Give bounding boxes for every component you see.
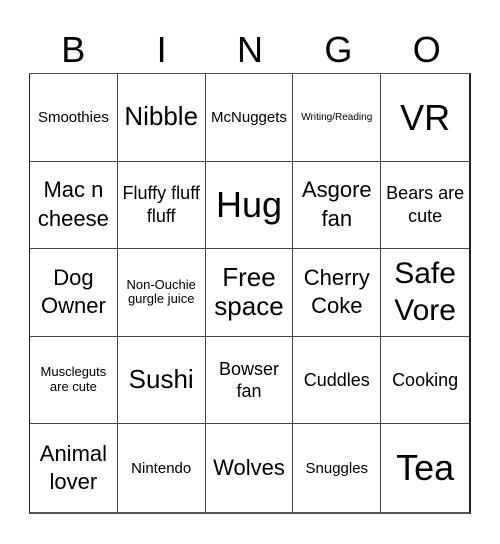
bingo-cell[interactable]: Tea — [381, 424, 469, 512]
cell-text: Bowser fan — [218, 358, 279, 402]
bingo-cell[interactable]: Dog Owner — [30, 249, 118, 337]
header-letter-o: O — [412, 29, 441, 70]
cell-text: Fluffy fluff fluff — [122, 183, 200, 226]
bingo-cell[interactable]: Non-Ouchie gurgle juice — [117, 249, 206, 337]
cell-text: VR — [400, 96, 451, 138]
bingo-cell[interactable]: Asgore fan — [293, 161, 382, 250]
cell-text: Hug — [215, 184, 283, 226]
bingo-cell[interactable]: Nibble — [117, 74, 206, 162]
bingo-cell-free-space[interactable]: Free space — [205, 249, 294, 337]
bingo-cell[interactable]: Bowser fan — [205, 336, 294, 425]
cell-text: Animal lover — [39, 440, 108, 495]
cell-text: McNuggets — [211, 108, 287, 126]
bingo-grid: Smoothies Nibble McNuggets Writing/Readi… — [29, 73, 471, 514]
cell-text: Mac n cheese — [37, 177, 109, 231]
cell-text: Bears are cute — [386, 183, 465, 226]
cell-text: Snuggles — [305, 459, 369, 477]
bingo-header: B I N G O — [29, 28, 471, 72]
bingo-cell[interactable]: Animal lover — [30, 424, 118, 512]
header-letter-i: I — [156, 29, 167, 70]
cell-text: Cooking — [392, 369, 459, 390]
cell-text: Smoothies — [37, 108, 109, 126]
cell-text: Muscleguts are cute — [40, 364, 107, 395]
cell-text: Cuddles — [303, 369, 370, 390]
bingo-cell[interactable]: Nintendo — [118, 424, 206, 512]
bingo-cell[interactable]: Wolves — [206, 424, 294, 512]
bingo-cell[interactable]: Writing/Reading — [293, 74, 382, 162]
header-letter-b: B — [61, 29, 86, 70]
bingo-cell[interactable]: Hug — [205, 161, 294, 250]
bingo-cell[interactable]: Safe Vore — [381, 249, 469, 337]
cell-text: Nintendo — [131, 459, 192, 477]
cell-text: Wolves — [213, 454, 285, 480]
bingo-cell[interactable]: Cooking — [381, 337, 469, 425]
cell-text: Asgore fan — [301, 177, 372, 231]
cell-text: Nibble — [124, 101, 199, 132]
header-letter-g: G — [324, 29, 353, 70]
bingo-cell[interactable]: Bears are cute — [381, 162, 469, 250]
bingo-cell[interactable]: Cuddles — [293, 336, 382, 425]
bingo-cell[interactable]: Snuggles — [293, 424, 382, 512]
bingo-cell[interactable]: Cherry Coke — [293, 249, 382, 337]
bingo-cell[interactable]: McNuggets — [205, 74, 294, 162]
bingo-cell[interactable]: Sushi — [117, 336, 206, 425]
cell-text: Sushi — [128, 364, 194, 395]
bingo-cell[interactable]: Muscleguts are cute — [30, 336, 118, 425]
cell-text: Non-Ouchie gurgle juice — [126, 276, 196, 307]
cell-text: Safe Vore — [394, 256, 456, 328]
bingo-cell[interactable]: Smoothies — [30, 74, 118, 162]
cell-text: Tea — [396, 447, 455, 489]
cell-text: Free space — [214, 261, 284, 322]
bingo-cell[interactable]: Mac n cheese — [30, 161, 118, 250]
cell-text: Dog Owner — [41, 264, 106, 319]
bingo-cell[interactable]: VR — [381, 74, 469, 162]
header-letter-n: N — [236, 29, 263, 70]
cell-text: Cherry Coke — [303, 264, 370, 319]
bingo-cell[interactable]: Fluffy fluff fluff — [117, 161, 206, 250]
cell-text: Writing/Reading — [301, 111, 373, 123]
